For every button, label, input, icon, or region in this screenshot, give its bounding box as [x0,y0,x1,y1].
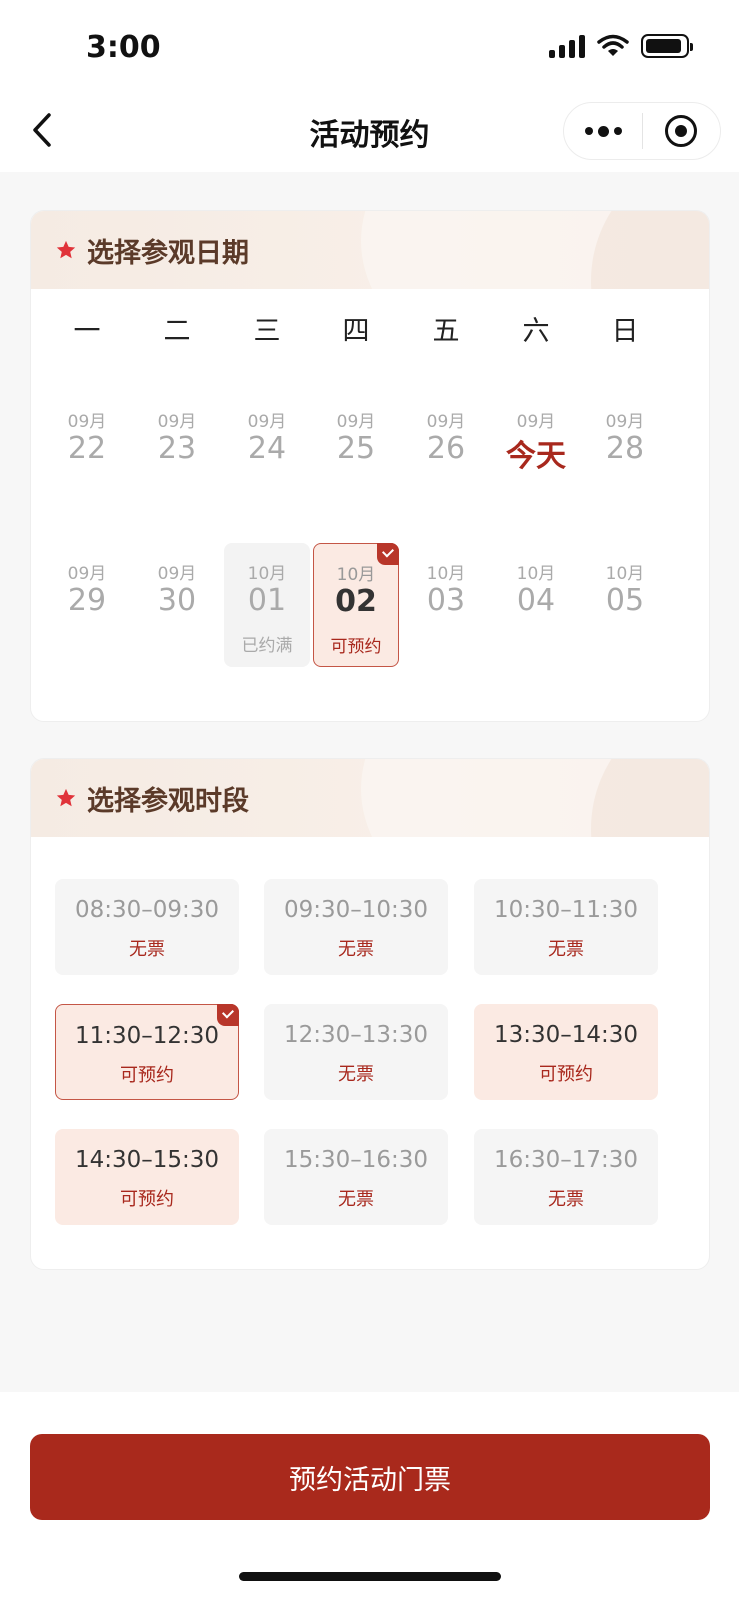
slot-status: 可预约 [539,1064,593,1085]
battery-icon [641,34,693,58]
time-slot[interactable]: 16:30–17:30 无票 [474,1129,658,1225]
weekday-label: 二 [163,316,191,347]
weekday-label: 三 [253,316,281,347]
slot-status: 无票 [338,1064,374,1085]
date-day: 今天 [506,439,566,474]
date-cell[interactable]: 09月 25 [313,391,399,515]
more-icon[interactable] [564,103,642,159]
date-day: 30 [157,583,197,618]
mini-program-capsule [563,102,721,160]
slot-time: 16:30–17:30 [493,1147,639,1173]
date-day: 03 [426,583,466,618]
date-section-title: 选择参观日期 [87,238,249,269]
status-icons [549,34,693,58]
target-icon[interactable] [643,103,720,159]
date-card-header: 选择参观日期 [31,211,709,289]
date-month: 09月 [157,564,197,584]
slot-time: 14:30–15:30 [74,1147,220,1173]
date-cell[interactable]: 10月 05 [582,543,668,667]
weekday-label: 六 [522,316,550,347]
time-slot[interactable]: 10:30–11:30 无票 [474,879,658,975]
date-cell[interactable]: 09月 24 [224,391,310,515]
slot-status: 可预约 [120,1065,174,1086]
time-slot[interactable]: 15:30–16:30 无票 [264,1129,448,1225]
date-cell-full[interactable]: 10月 01 已约满 [224,543,310,667]
check-icon [377,543,399,565]
slot-status: 无票 [338,939,374,960]
status-time: 3:00 [86,30,161,65]
date-month: 09月 [516,412,556,432]
date-month: 09月 [336,412,376,432]
date-month: 09月 [157,412,197,432]
time-card: 选择参观时段 08:30–09:30 无票 09:30–10:30 无票 10:… [30,758,710,1270]
date-month: 10月 [426,564,466,584]
time-slot-selected[interactable]: 11:30–12:30 可预约 [55,1004,239,1100]
date-day: 23 [157,431,197,466]
date-cell[interactable]: 09月 28 [582,391,668,515]
date-month: 09月 [67,412,107,432]
slot-status: 无票 [548,939,584,960]
slot-time: 15:30–16:30 [283,1147,429,1173]
date-month: 09月 [247,412,287,432]
date-day: 28 [605,431,645,466]
slot-time: 08:30–09:30 [74,897,220,923]
date-day: 02 [335,584,377,619]
weekday-row: 一 二 三 四 五 六 日 [31,309,709,349]
date-day: 24 [247,431,287,466]
date-day: 29 [67,583,107,618]
date-card: 选择参观日期 一 二 三 四 五 六 日 09月 22 09月 23 09月 2… [30,210,710,722]
time-slot[interactable]: 14:30–15:30 可预约 [55,1129,239,1225]
time-card-header: 选择参观时段 [31,759,709,837]
weekday-label: 四 [342,316,370,347]
slot-time: 11:30–12:30 [74,1023,220,1049]
slot-time: 12:30–13:30 [283,1022,429,1048]
time-section-title: 选择参观时段 [87,786,249,817]
wifi-icon [597,34,629,56]
slot-time: 09:30–10:30 [283,897,429,923]
date-cell[interactable]: 09月 26 [403,391,489,515]
date-day: 04 [516,583,556,618]
date-month: 10月 [605,564,645,584]
top-bar: 3:00 活动预约 [0,0,739,172]
star-icon [56,788,76,807]
book-ticket-button[interactable]: 预约活动门票 [30,1434,710,1520]
slot-status: 无票 [548,1189,584,1210]
star-icon [56,240,76,259]
date-cell[interactable]: 09月 30 [134,543,220,667]
time-slot[interactable]: 09:30–10:30 无票 [264,879,448,975]
date-cell[interactable]: 09月 22 [44,391,130,515]
date-day: 05 [605,583,645,618]
date-day: 22 [67,431,107,466]
date-month: 10月 [516,564,556,584]
slot-status: 无票 [129,939,165,960]
time-slot[interactable]: 08:30–09:30 无票 [55,879,239,975]
time-slot[interactable]: 13:30–14:30 可预约 [474,1004,658,1100]
check-icon [217,1004,239,1026]
home-indicator [239,1572,501,1581]
date-month: 09月 [605,412,645,432]
weekday-label: 一 [73,316,101,347]
date-month: 09月 [67,564,107,584]
date-day: 26 [426,431,466,466]
slot-time: 10:30–11:30 [493,897,639,923]
date-cell[interactable]: 09月 23 [134,391,220,515]
date-status: 可预约 [330,637,382,657]
slot-status: 可预约 [120,1189,174,1210]
time-slot[interactable]: 12:30–13:30 无票 [264,1004,448,1100]
weekday-label: 日 [611,316,639,347]
date-cell[interactable]: 10月 04 [493,543,579,667]
date-month: 10月 [247,564,287,584]
date-cell-selected[interactable]: 10月 02 可预约 [313,543,399,667]
date-day: 01 [247,583,287,618]
slot-time: 13:30–14:30 [493,1022,639,1048]
date-cell-today[interactable]: 09月 今天 [493,391,579,515]
slot-status: 无票 [338,1189,374,1210]
date-cell[interactable]: 10月 03 [403,543,489,667]
weekday-label: 五 [432,316,460,347]
date-status: 已约满 [241,636,293,656]
signal-icon [549,34,585,58]
date-day: 25 [336,431,376,466]
date-cell[interactable]: 09月 29 [44,543,130,667]
date-month: 09月 [426,412,466,432]
